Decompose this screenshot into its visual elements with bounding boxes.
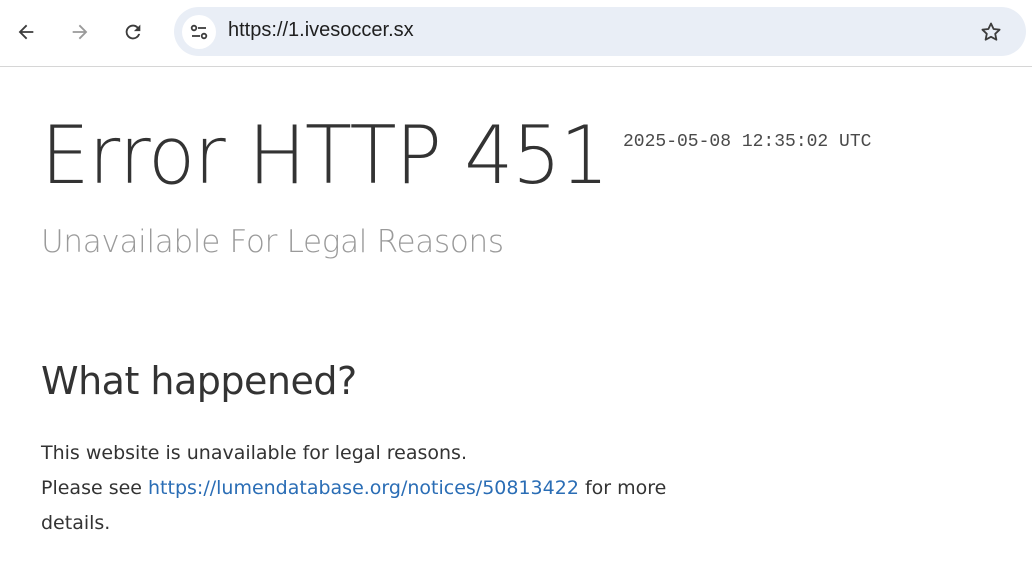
tune-icon [190,24,208,40]
title-row: Error HTTP 451 [41,116,632,196]
bookmark-button[interactable] [978,19,1004,45]
address-bar[interactable]: https://1.ivesoccer.sx [174,7,1026,56]
timestamp: 2025-05-08 12:35:02 UTC [623,132,872,152]
reload-button[interactable] [117,16,149,48]
explanation-line-1: This website is unavailable for legal re… [41,442,467,464]
browser-toolbar: https://1.ivesoccer.sx [0,0,1032,67]
page-subtitle: Unavailable For Legal Reasons [41,224,504,260]
section-heading: What happened? [41,359,357,403]
arrow-left-icon [18,24,34,40]
url-text[interactable]: https://1.ivesoccer.sx [228,19,414,42]
reload-icon [125,24,141,40]
explanation-line-2-prefix: Please see [41,477,149,499]
back-button[interactable] [10,16,42,48]
site-info-button[interactable] [182,15,216,49]
star-icon [981,22,1001,41]
page-title: Error HTTP 451 [41,109,609,202]
explanation-text: This website is unavailable for legal re… [41,436,701,541]
lumen-notice-link[interactable]: https://lumendatabase.org/notices/508134… [148,477,579,499]
arrow-right-icon [72,24,88,40]
forward-button[interactable] [64,16,96,48]
